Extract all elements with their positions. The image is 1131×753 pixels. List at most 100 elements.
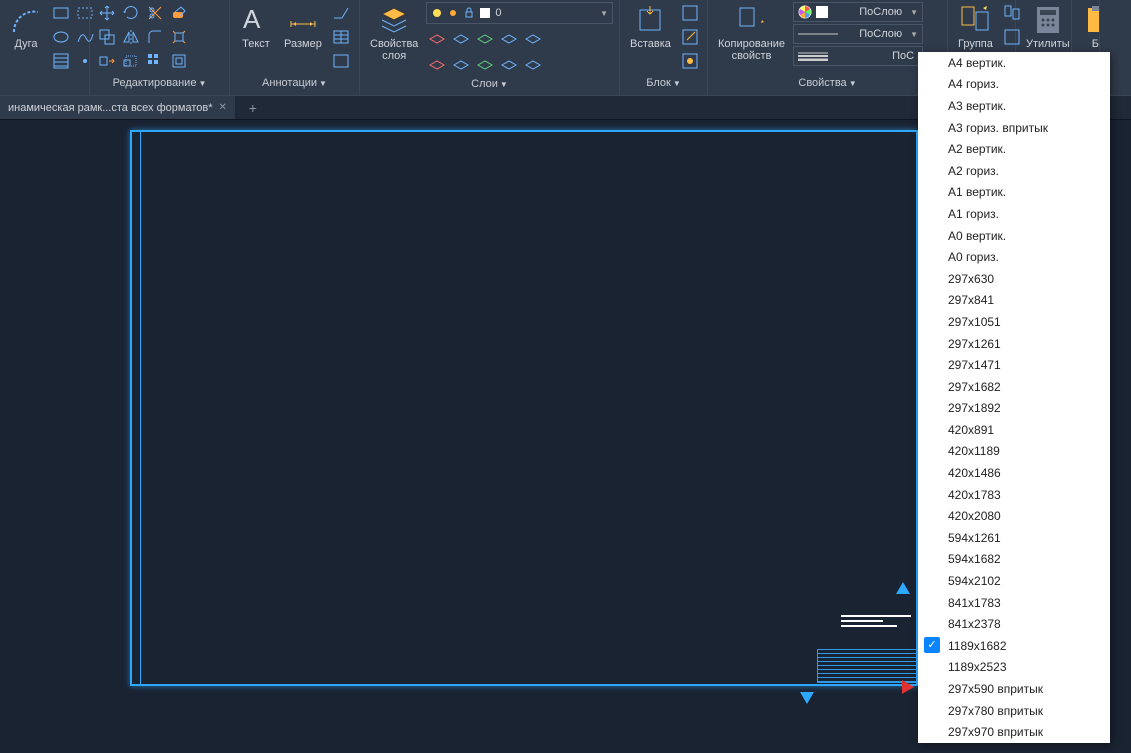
format-option[interactable]: 297x1261 (918, 333, 1110, 355)
panel-block-title[interactable]: Блок▼ (626, 75, 701, 95)
mtext-icon[interactable] (330, 50, 352, 72)
dynamic-grip-corner[interactable] (902, 680, 914, 694)
panel-layers-title[interactable]: Слои▼ (366, 76, 613, 95)
format-option[interactable]: 297x1051 (918, 311, 1110, 333)
array-icon[interactable] (144, 50, 166, 72)
format-option[interactable]: A1 вертик. (918, 182, 1110, 204)
match-properties-button[interactable]: Копирование свойств (714, 2, 789, 64)
fillet-icon[interactable] (144, 26, 166, 48)
trim-icon[interactable] (144, 2, 166, 24)
format-option[interactable]: 1189x1682 (918, 635, 1110, 657)
format-option[interactable]: A0 гориз. (918, 246, 1110, 268)
format-option[interactable]: 297x841 (918, 290, 1110, 312)
erase-icon[interactable] (168, 2, 190, 24)
lineweight-combo-value: ПоС (832, 50, 918, 62)
mirror-icon[interactable] (120, 26, 142, 48)
arc-icon (10, 4, 42, 36)
utilities-label: Утилиты (1026, 38, 1070, 50)
create-block-icon[interactable] (679, 2, 701, 24)
dynamic-grip-up[interactable] (896, 582, 910, 594)
format-option[interactable]: A3 гориз. впритык (918, 117, 1110, 139)
close-icon[interactable]: ✕ (218, 102, 226, 113)
format-option[interactable]: A4 гориз. (918, 74, 1110, 96)
format-option[interactable]: A2 гориз. (918, 160, 1110, 182)
linetype-combo[interactable]: ПоСлою ▼ (793, 24, 923, 44)
layer-combo[interactable]: 0 ▼ (426, 2, 613, 24)
format-option[interactable]: 841x2378 (918, 613, 1110, 635)
lineweight-combo[interactable]: ПоС (793, 46, 923, 66)
offset-icon[interactable] (168, 50, 190, 72)
panel-layers: Свойства слоя 0 ▼ (360, 0, 620, 95)
format-option[interactable]: A3 вертик. (918, 95, 1110, 117)
format-option[interactable]: 297x1471 (918, 354, 1110, 376)
format-option[interactable]: 297x1892 (918, 398, 1110, 420)
utilities-button[interactable]: Утилиты (1022, 2, 1074, 52)
rect-icon[interactable] (50, 2, 72, 24)
format-option[interactable]: 297x780 впритык (918, 700, 1110, 722)
format-option[interactable]: 297x630 (918, 268, 1110, 290)
format-option[interactable]: 420x1486 (918, 462, 1110, 484)
format-option[interactable]: 297x1682 (918, 376, 1110, 398)
layer-c-icon[interactable] (474, 54, 496, 76)
layer-e-icon[interactable] (522, 54, 544, 76)
rotate-icon[interactable] (120, 2, 142, 24)
format-option[interactable]: A2 вертик. (918, 138, 1110, 160)
layer-lock-icon[interactable] (498, 28, 520, 50)
format-option[interactable]: 594x1682 (918, 549, 1110, 571)
new-tab-button[interactable]: + (241, 96, 265, 119)
format-option[interactable]: A1 гориз. (918, 203, 1110, 225)
text-label: Текст (242, 38, 270, 50)
layer-off-icon[interactable] (474, 28, 496, 50)
move-icon[interactable] (96, 2, 118, 24)
lineweight-icon (798, 51, 828, 61)
format-option[interactable]: 420x2080 (918, 505, 1110, 527)
edit-block-icon[interactable] (679, 26, 701, 48)
layer-a-icon[interactable] (426, 54, 448, 76)
dynamic-grip-down[interactable] (800, 692, 814, 704)
format-option[interactable]: 1189x2523 (918, 657, 1110, 679)
insert-button[interactable]: Вставка (626, 2, 675, 52)
panel-block: Вставка Блок▼ (620, 0, 708, 95)
ellipse-icon[interactable] (50, 26, 72, 48)
panel-properties: Копирование свойств ПоСлою ▼ ПоСлою ▼ По… (708, 0, 948, 95)
format-option[interactable]: 594x1261 (918, 527, 1110, 549)
panel-edit-title[interactable]: Редактирование▼ (96, 75, 223, 95)
format-option[interactable]: 420x1189 (918, 441, 1110, 463)
format-option[interactable]: 420x891 (918, 419, 1110, 441)
layer-properties-button[interactable]: Свойства слоя (366, 2, 422, 64)
layer-freeze-icon[interactable] (450, 28, 472, 50)
format-dropdown[interactable]: A4 вертик.A4 гориз.A3 вертик.A3 гориз. в… (918, 52, 1110, 743)
format-option[interactable]: 841x1783 (918, 592, 1110, 614)
stretch-icon[interactable] (96, 50, 118, 72)
leader-icon[interactable] (330, 2, 352, 24)
attr-block-icon[interactable] (679, 50, 701, 72)
format-option[interactable]: 297x970 впритык (918, 721, 1110, 743)
layer-b-icon[interactable] (450, 54, 472, 76)
group-button[interactable]: Группа (954, 2, 997, 52)
scale-icon[interactable] (120, 50, 142, 72)
table-icon[interactable] (330, 26, 352, 48)
panel-edit: Редактирование▼ (90, 0, 230, 95)
format-option[interactable]: A0 вертик. (918, 225, 1110, 247)
layer-iso-icon[interactable] (426, 28, 448, 50)
hatch-icon[interactable] (50, 50, 72, 72)
layer-d-icon[interactable] (498, 54, 520, 76)
clipboard-button[interactable]: Бу (1078, 2, 1100, 52)
color-combo[interactable]: ПоСлою ▼ (793, 2, 923, 22)
copy-icon[interactable] (96, 26, 118, 48)
lock-icon (463, 7, 475, 19)
format-option[interactable]: A4 вертик. (918, 52, 1110, 74)
match-properties-label: Копирование свойств (718, 38, 785, 62)
layer-mk-icon[interactable] (522, 28, 544, 50)
dimension-button[interactable]: Размер (280, 2, 326, 52)
chevron-down-icon: ▼ (910, 8, 918, 17)
format-option[interactable]: 420x1783 (918, 484, 1110, 506)
panel-properties-title[interactable]: Свойства▼ (714, 75, 941, 95)
text-button[interactable]: A Текст (236, 2, 276, 52)
format-option[interactable]: 297x590 впритык (918, 678, 1110, 700)
arc-button[interactable]: Дуга (6, 2, 46, 52)
explode-icon[interactable] (168, 26, 190, 48)
panel-annotations-title[interactable]: Аннотации▼ (236, 75, 353, 95)
document-tab[interactable]: инамическая рамк...ста всех форматов* ✕ (0, 96, 235, 119)
format-option[interactable]: 594x2102 (918, 570, 1110, 592)
